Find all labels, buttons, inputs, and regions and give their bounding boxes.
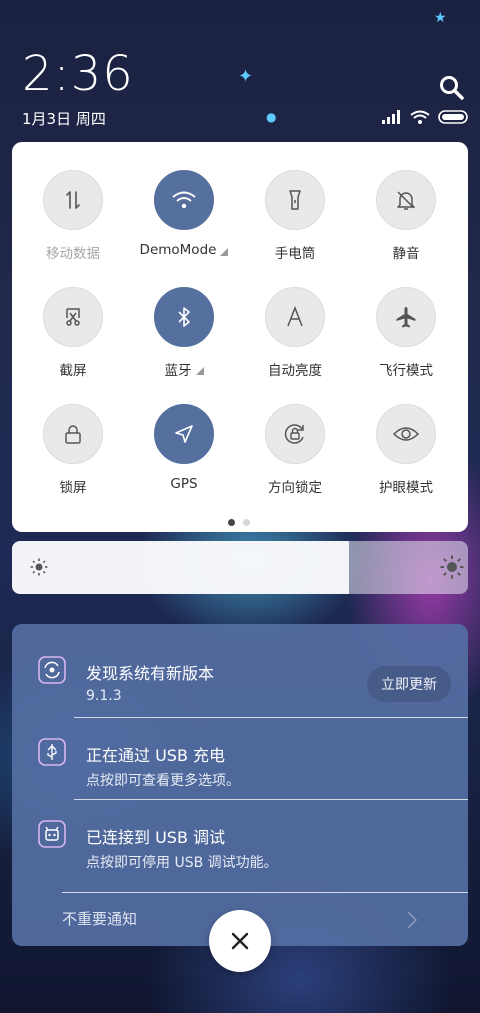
page-indicator bbox=[228, 519, 250, 526]
notification-subtitle: 9.1.3 bbox=[86, 688, 122, 704]
tile-label: 移动数据 bbox=[46, 246, 100, 262]
notification-subtitle: 点按即可停用 USB 调试功能。 bbox=[86, 855, 278, 871]
brightness-high-icon bbox=[440, 555, 464, 579]
unimportant-notifications-link[interactable]: 不重要通知 bbox=[62, 908, 137, 929]
clear-all-button[interactable] bbox=[209, 910, 271, 972]
quick-settings-panel: 移动数据 DemoMode 手电筒 静音 截屏 蓝牙 自动亮度 飞行模式 锁屏 … bbox=[12, 142, 468, 532]
close-icon bbox=[231, 932, 249, 950]
notification-usb-charging[interactable]: 正在通过 USB 充电 点按即可查看更多选项。 bbox=[12, 714, 468, 796]
tile-label: 静音 bbox=[392, 246, 420, 262]
notification-subtitle: 点按即可查看更多选项。 bbox=[86, 773, 240, 789]
brightness-fill bbox=[12, 541, 350, 594]
page-dot bbox=[228, 519, 235, 526]
airplane-icon bbox=[376, 287, 436, 347]
tile-label: 锁屏 bbox=[59, 480, 87, 496]
notification-usb-debugging[interactable]: 已连接到 USB 调试 点按即可停用 USB 调试功能。 bbox=[12, 796, 468, 878]
flashlight-icon bbox=[265, 170, 325, 230]
chevron-right-icon[interactable] bbox=[406, 910, 418, 930]
tile-label: 飞行模式 bbox=[379, 363, 433, 379]
search-icon[interactable] bbox=[438, 74, 466, 102]
signal-icon bbox=[382, 110, 400, 124]
tile-airplane[interactable]: 飞行模式 bbox=[350, 287, 462, 397]
bluetooth-icon bbox=[154, 287, 214, 347]
notification-title: 正在通过 USB 充电 bbox=[86, 746, 226, 765]
update-now-button[interactable]: 立即更新 bbox=[367, 666, 451, 702]
more-options-icon bbox=[195, 366, 204, 375]
rotation-lock-icon bbox=[265, 404, 325, 464]
lock-icon bbox=[43, 404, 103, 464]
system-update-icon bbox=[38, 656, 66, 684]
tile-wifi[interactable]: DemoMode bbox=[128, 170, 240, 280]
tile-label: 自动亮度 bbox=[268, 363, 322, 379]
tile-label: GPS bbox=[170, 476, 198, 492]
page-dot bbox=[243, 519, 250, 526]
tile-flashlight[interactable]: 手电筒 bbox=[239, 170, 351, 280]
clock: 2:36 bbox=[22, 46, 134, 102]
tile-eye-comfort[interactable]: 护眼模式 bbox=[350, 404, 462, 514]
tile-bluetooth[interactable]: 蓝牙 bbox=[128, 287, 240, 397]
notification-title: 发现系统有新版本 bbox=[86, 664, 215, 683]
tile-label: 蓝牙 bbox=[164, 363, 192, 379]
tile-label: 截屏 bbox=[59, 363, 87, 379]
tile-gps[interactable]: GPS bbox=[128, 404, 240, 514]
tile-label: 手电筒 bbox=[274, 246, 316, 262]
wifi-icon bbox=[154, 170, 214, 230]
system-icons bbox=[382, 108, 468, 126]
tile-label: DemoMode bbox=[139, 242, 217, 258]
notification-panel: 发现系统有新版本 9.1.3 立即更新 正在通过 USB 充电 点按即可查看更多… bbox=[12, 624, 468, 946]
tile-lock-screen[interactable]: 锁屏 bbox=[17, 404, 129, 514]
wifi-status-icon bbox=[410, 110, 430, 124]
android-debug-icon bbox=[38, 820, 66, 848]
mobile-data-icon bbox=[43, 170, 103, 230]
date: 1月3日 周四 bbox=[22, 110, 106, 128]
more-options-icon bbox=[220, 247, 229, 256]
divider bbox=[62, 892, 468, 893]
notification-system-update[interactable]: 发现系统有新版本 9.1.3 立即更新 bbox=[12, 632, 468, 714]
location-arrow-icon bbox=[154, 404, 214, 464]
tile-label: 护眼模式 bbox=[379, 480, 433, 496]
bell-off-icon bbox=[376, 170, 436, 230]
tile-label: 方向锁定 bbox=[268, 480, 322, 496]
tile-auto-brightness[interactable]: 自动亮度 bbox=[239, 287, 351, 397]
tile-screenshot[interactable]: 截屏 bbox=[17, 287, 129, 397]
tile-rotation-lock[interactable]: 方向锁定 bbox=[239, 404, 351, 514]
status-bar: 2:36 1月3日 周四 bbox=[0, 0, 480, 140]
notification-title: 已连接到 USB 调试 bbox=[86, 828, 226, 847]
brightness-slider[interactable] bbox=[12, 541, 468, 594]
brightness-low-icon bbox=[30, 558, 48, 576]
eye-icon bbox=[376, 404, 436, 464]
battery-icon bbox=[438, 110, 468, 124]
screenshot-icon bbox=[43, 287, 103, 347]
auto-brightness-icon bbox=[265, 287, 325, 347]
tile-mute[interactable]: 静音 bbox=[350, 170, 462, 280]
tile-mobile-data[interactable]: 移动数据 bbox=[17, 170, 129, 280]
usb-icon bbox=[38, 738, 66, 766]
